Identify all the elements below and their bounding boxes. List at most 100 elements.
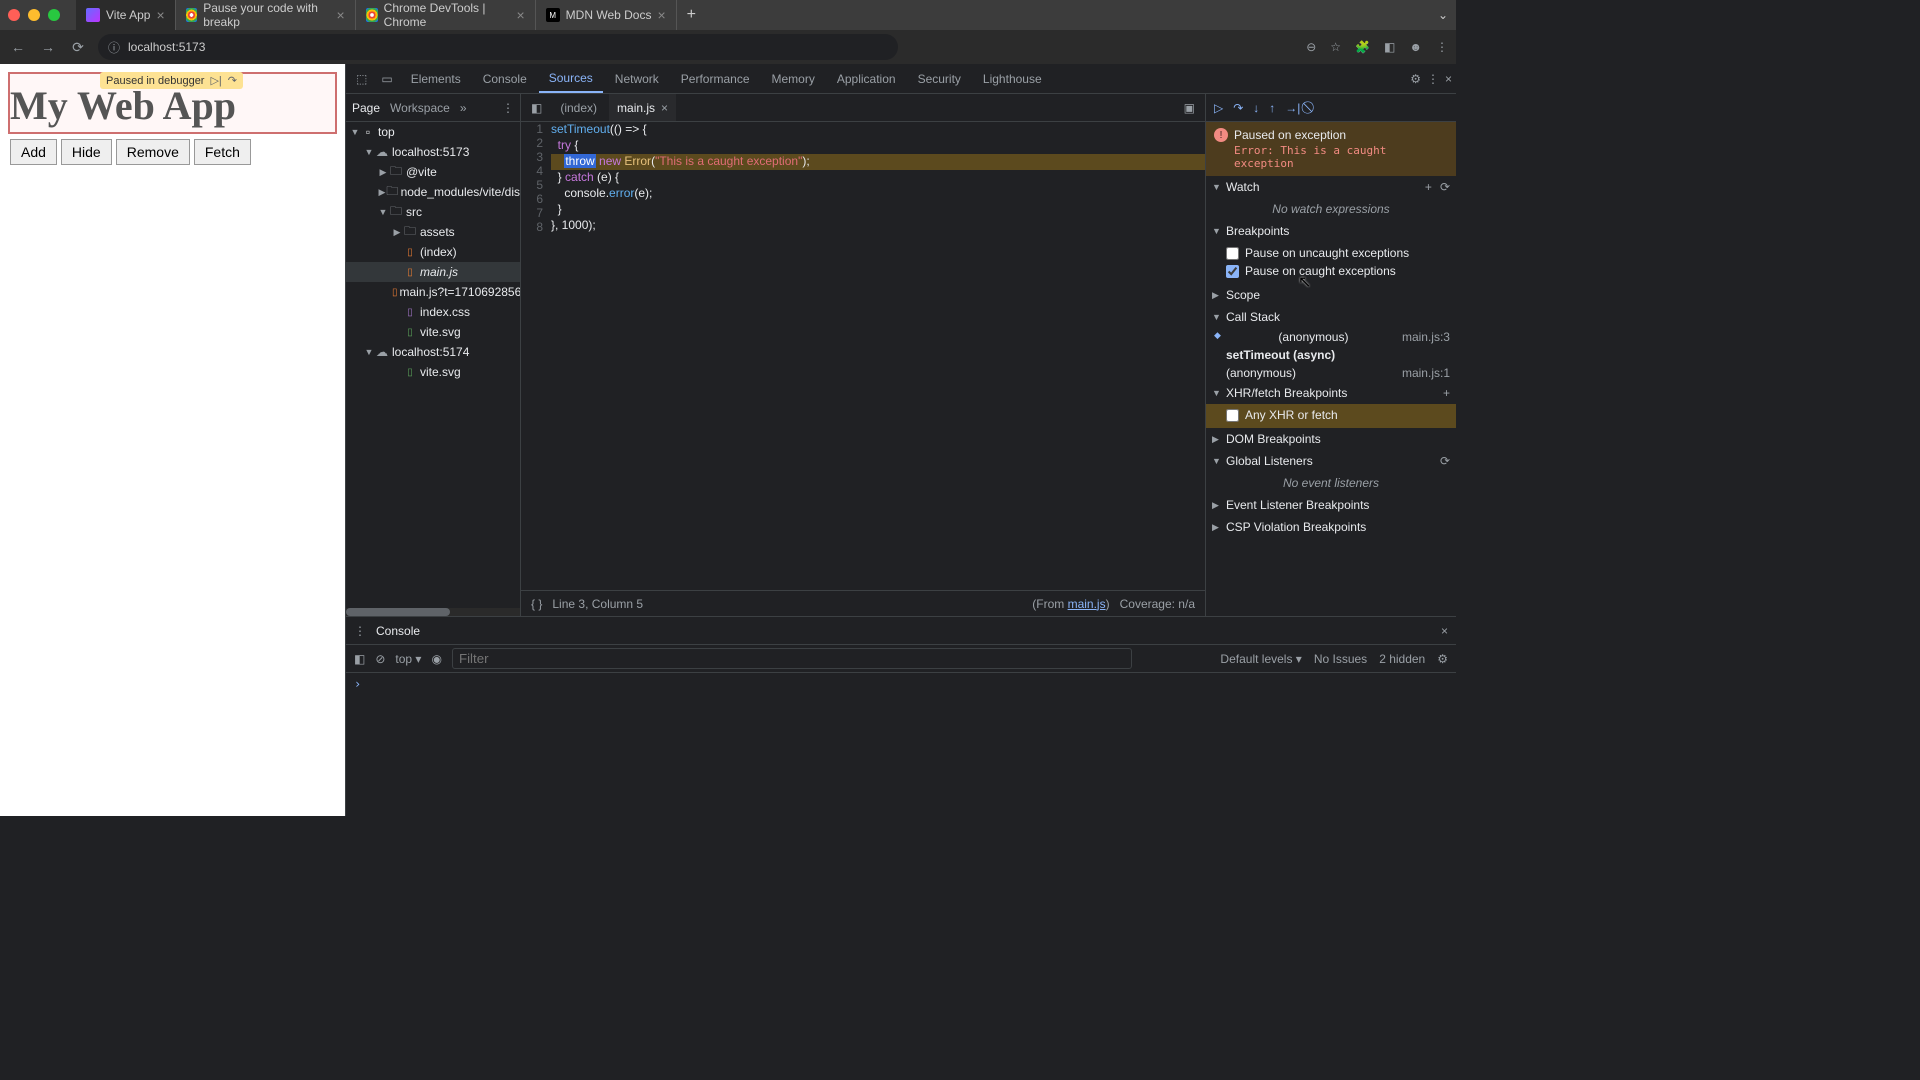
tab-performance[interactable]: Performance bbox=[671, 66, 760, 92]
tab-application[interactable]: Application bbox=[827, 66, 906, 92]
clear-console-icon[interactable]: ⊘ bbox=[375, 652, 385, 666]
nav-tab-page[interactable]: Page bbox=[352, 101, 380, 115]
zoom-icon[interactable]: ⊖ bbox=[1306, 40, 1316, 54]
sourcemap-link[interactable]: main.js bbox=[1068, 597, 1106, 611]
resume-button[interactable]: ▷ bbox=[1214, 101, 1223, 115]
browser-tab-devtools[interactable]: Chrome DevTools | Chrome × bbox=[356, 0, 536, 30]
window-maximize[interactable] bbox=[48, 9, 60, 21]
settings-icon[interactable]: ⚙ bbox=[1410, 72, 1421, 86]
pretty-print-icon[interactable]: { } bbox=[531, 597, 542, 611]
tree-top[interactable]: ▼▫top bbox=[346, 122, 520, 142]
close-tab-icon[interactable]: × bbox=[156, 7, 164, 23]
tree-origin-2[interactable]: ▼☁localhost:5174 bbox=[346, 342, 520, 362]
site-info-icon[interactable]: ⓘ bbox=[108, 39, 120, 56]
tab-network[interactable]: Network bbox=[605, 66, 669, 92]
tree-folder-assets[interactable]: ▶🗀assets bbox=[346, 222, 520, 242]
code-area[interactable]: 12345678 setTimeout(() => { try { throw … bbox=[521, 122, 1205, 590]
editor-tab-index[interactable]: (index) bbox=[552, 94, 605, 121]
tab-sources[interactable]: Sources bbox=[539, 65, 603, 93]
close-drawer-icon[interactable]: × bbox=[1441, 624, 1448, 638]
add-xhr-breakpoint-icon[interactable]: + bbox=[1443, 386, 1450, 400]
console-sidebar-icon[interactable]: ◧ bbox=[354, 652, 365, 666]
pause-caught-toggle[interactable]: Pause on caught exceptions bbox=[1226, 262, 1450, 280]
log-levels-selector[interactable]: Default levels ▾ bbox=[1220, 652, 1301, 666]
window-minimize[interactable] bbox=[28, 9, 40, 21]
add-watch-icon[interactable]: + bbox=[1425, 180, 1432, 194]
browser-tab-vite[interactable]: Vite App × bbox=[76, 0, 176, 30]
refresh-listeners-icon[interactable]: ⟳ bbox=[1440, 454, 1450, 468]
refresh-watch-icon[interactable]: ⟳ bbox=[1440, 180, 1450, 194]
stack-frame[interactable]: (anonymous)main.js:1 bbox=[1206, 364, 1456, 382]
new-tab-button[interactable]: + bbox=[677, 6, 706, 24]
xhr-any-toggle[interactable]: Any XHR or fetch bbox=[1226, 406, 1450, 424]
drawer-menu-icon[interactable]: ⋮ bbox=[354, 624, 366, 638]
console-settings-icon[interactable]: ⚙ bbox=[1437, 652, 1448, 666]
tree-folder-nodemodules[interactable]: ▶🗀node_modules/vite/dis bbox=[346, 182, 520, 202]
tree-folder-src[interactable]: ▼🗀src bbox=[346, 202, 520, 222]
nav-more-icon[interactable]: ⋮ bbox=[502, 101, 514, 115]
resume-icon[interactable]: ▷| bbox=[210, 74, 221, 87]
extensions-icon[interactable]: 🧩 bbox=[1355, 40, 1370, 54]
section-csp-breakpoints[interactable]: ▶CSP Violation Breakpoints bbox=[1206, 516, 1456, 538]
hide-button[interactable]: Hide bbox=[61, 139, 112, 165]
tree-origin-1[interactable]: ▼☁localhost:5173 bbox=[346, 142, 520, 162]
menu-icon[interactable]: ⋮ bbox=[1436, 40, 1448, 54]
tab-memory[interactable]: Memory bbox=[762, 66, 825, 92]
bookmark-icon[interactable]: ☆ bbox=[1330, 40, 1341, 54]
step-over-button[interactable]: ↷ bbox=[1233, 101, 1243, 115]
tree-file-mainjs-t[interactable]: ▯main.js?t=1710692856 bbox=[346, 282, 520, 302]
back-button[interactable]: ← bbox=[8, 39, 28, 55]
section-breakpoints[interactable]: ▼Breakpoints bbox=[1206, 220, 1456, 242]
close-tab-icon[interactable]: × bbox=[661, 101, 668, 115]
tab-elements[interactable]: Elements bbox=[401, 66, 471, 92]
close-devtools-icon[interactable]: × bbox=[1445, 72, 1452, 86]
section-event-breakpoints[interactable]: ▶Event Listener Breakpoints bbox=[1206, 494, 1456, 516]
live-expression-icon[interactable]: ◉ bbox=[431, 652, 441, 666]
tree-folder-vite[interactable]: ▶🗀@vite bbox=[346, 162, 520, 182]
hidden-count[interactable]: 2 hidden bbox=[1379, 652, 1425, 666]
section-xhr-breakpoints[interactable]: ▼XHR/fetch Breakpoints+ bbox=[1206, 382, 1456, 404]
editor-tab-mainjs[interactable]: main.js× bbox=[609, 94, 676, 121]
close-tab-icon[interactable]: × bbox=[657, 7, 665, 23]
nav-overflow-icon[interactable]: » bbox=[460, 101, 467, 115]
close-tab-icon[interactable]: × bbox=[336, 7, 344, 23]
file-tree-scrollbar[interactable] bbox=[346, 608, 520, 616]
inspect-element-icon[interactable]: ⬚ bbox=[350, 68, 373, 90]
profile-icon[interactable]: ☻ bbox=[1409, 40, 1422, 54]
section-callstack[interactable]: ▼Call Stack bbox=[1206, 306, 1456, 328]
add-button[interactable]: Add bbox=[10, 139, 57, 165]
step-out-button[interactable]: ↑ bbox=[1269, 101, 1275, 115]
tree-file-indexcss[interactable]: ▯index.css bbox=[346, 302, 520, 322]
step-button[interactable]: →| bbox=[1285, 101, 1300, 115]
issues-summary[interactable]: No Issues bbox=[1314, 652, 1367, 666]
step-over-icon[interactable]: ↷ bbox=[228, 74, 237, 87]
more-icon[interactable]: ⋮ bbox=[1427, 72, 1439, 86]
console-filter-input[interactable] bbox=[452, 648, 1132, 669]
address-bar[interactable]: ⓘ localhost:5173 bbox=[98, 34, 898, 60]
section-watch[interactable]: ▼Watch+⟳ bbox=[1206, 176, 1456, 198]
tab-lighthouse[interactable]: Lighthouse bbox=[973, 66, 1052, 92]
section-scope[interactable]: ▶Scope bbox=[1206, 284, 1456, 306]
tab-console[interactable]: Console bbox=[473, 66, 537, 92]
sidepanel-icon[interactable]: ◧ bbox=[1384, 40, 1395, 54]
browser-tab-breakpoints[interactable]: Pause your code with breakp × bbox=[176, 0, 356, 30]
device-toolbar-icon[interactable]: ▭ bbox=[375, 68, 398, 90]
nav-tab-workspace[interactable]: Workspace bbox=[390, 101, 450, 115]
step-into-button[interactable]: ↓ bbox=[1253, 101, 1259, 115]
remove-button[interactable]: Remove bbox=[116, 139, 190, 165]
close-tab-icon[interactable]: × bbox=[516, 7, 524, 23]
stack-frame-current[interactable]: (anonymous)main.js:3 bbox=[1206, 328, 1456, 346]
tab-security[interactable]: Security bbox=[908, 66, 971, 92]
drawer-tab-console[interactable]: Console bbox=[376, 624, 420, 638]
window-close[interactable] bbox=[8, 9, 20, 21]
browser-tab-mdn[interactable]: M MDN Web Docs × bbox=[536, 0, 677, 30]
console-prompt[interactable]: › bbox=[354, 677, 361, 691]
section-dom-breakpoints[interactable]: ▶DOM Breakpoints bbox=[1206, 428, 1456, 450]
tree-file-vitesvg[interactable]: ▯vite.svg bbox=[346, 322, 520, 342]
tab-overflow-button[interactable]: ⌄ bbox=[1438, 8, 1448, 22]
section-global-listeners[interactable]: ▼Global Listeners⟳ bbox=[1206, 450, 1456, 472]
tree-file-index[interactable]: ▯(index) bbox=[346, 242, 520, 262]
tree-file-vitesvg2[interactable]: ▯vite.svg bbox=[346, 362, 520, 382]
coverage-icon[interactable]: ▣ bbox=[1178, 97, 1201, 119]
fetch-button[interactable]: Fetch bbox=[194, 139, 251, 165]
